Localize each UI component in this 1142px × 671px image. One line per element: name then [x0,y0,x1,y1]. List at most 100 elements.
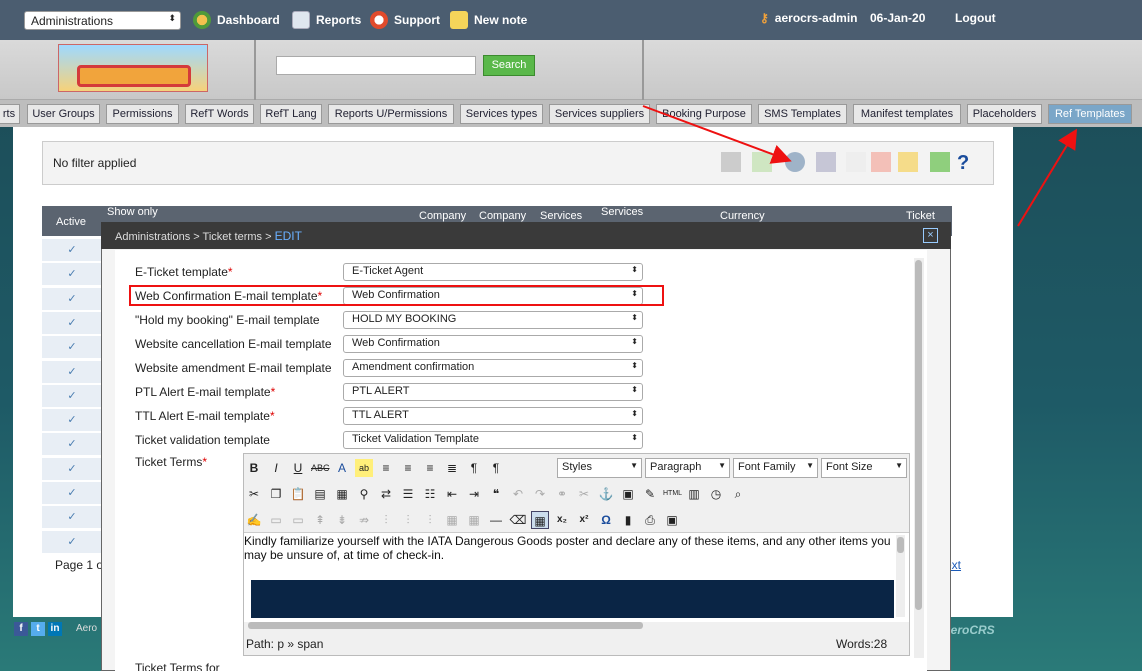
active-check-icon[interactable]: ✓ [42,506,102,529]
split-cells-icon[interactable]: ▦ [443,511,461,529]
linkedin-icon[interactable]: in [48,622,62,636]
font-size-select[interactable]: Font Size ▼ [821,458,907,478]
number-list-icon[interactable]: ☷ [421,485,439,503]
edit-css-icon[interactable]: ✍ [245,511,263,529]
ltr-icon[interactable]: ¶ [465,459,483,477]
preview-icon[interactable]: ⌕ [729,485,747,503]
unlink-icon[interactable]: ✂ [575,485,593,503]
active-check-icon[interactable]: ✓ [42,433,102,456]
insert-row-before-icon[interactable]: ⇞ [311,511,329,529]
mail-icon[interactable] [898,152,918,172]
insert-row-after-icon[interactable]: ⇟ [333,511,351,529]
col-ticket[interactable]: Ticket [906,210,935,222]
bullet-list-icon[interactable]: ☰ [399,485,417,503]
tab-manifest-templates[interactable]: Manifest templates [853,104,961,124]
superscript-icon[interactable]: x² [575,511,593,529]
media-icon[interactable]: ▮ [619,511,637,529]
print-icon[interactable]: ⎙ [641,511,659,529]
search-list-icon[interactable] [721,152,741,172]
col-company[interactable]: Company [419,210,466,222]
template-select[interactable]: HOLD MY BOOKING ⬍ [343,311,643,329]
col-active[interactable]: Active [56,216,86,228]
undo-icon[interactable]: ↶ [509,485,527,503]
find-icon[interactable]: ⚲ [355,485,373,503]
tab-reft-words[interactable]: RefT Words [185,104,254,124]
remove-format-icon[interactable]: ⌫ [509,511,527,529]
refresh-icon[interactable] [930,152,950,172]
align-left-icon[interactable]: ≡ [377,459,395,477]
blockquote-icon[interactable]: ❝ [487,485,505,503]
help-icon[interactable]: ? [957,152,977,174]
nav-new-note[interactable]: New note [450,11,527,29]
tab-placeholders[interactable]: Placeholders [967,104,1042,124]
horizontal-rule-icon[interactable]: — [487,511,505,529]
styles-select[interactable]: Styles ▼ [557,458,642,478]
search-input[interactable] [276,56,476,75]
visual-aid-icon[interactable]: ▦ [531,511,549,529]
insert-time-icon[interactable]: ◷ [707,485,725,503]
cleanup-icon[interactable]: ✎ [641,485,659,503]
active-check-icon[interactable]: ✓ [42,409,102,432]
indent-icon[interactable]: ⇥ [465,485,483,503]
align-right-icon[interactable]: ≡ [421,459,439,477]
logout-link[interactable]: Logout [955,11,996,25]
insert-col-after-icon[interactable]: ⫶ [399,511,417,529]
close-icon[interactable]: × [923,228,938,243]
image-icon[interactable]: ▣ [619,485,637,503]
template-select[interactable]: Amendment confirmation ⬍ [343,359,643,377]
active-check-icon[interactable]: ✓ [42,263,102,286]
tab-sms-templates[interactable]: SMS Templates [758,104,847,124]
redo-icon[interactable]: ↷ [531,485,549,503]
template-select[interactable]: E-Ticket Agent ⬍ [343,263,643,281]
tab-user-groups[interactable]: User Groups [27,104,100,124]
pdf-icon[interactable] [871,152,891,172]
insert-date-icon[interactable]: ▥ [685,485,703,503]
col-services[interactable]: Services [540,210,582,222]
nav-dashboard[interactable]: Dashboard [193,11,280,29]
tab-booking-purpose[interactable]: Booking Purpose [656,104,752,124]
highlight-color-icon[interactable]: ab [355,459,373,477]
active-check-icon[interactable]: ✓ [42,311,102,334]
paste-word-icon[interactable]: ▦ [333,485,351,503]
text-icon[interactable] [846,152,866,172]
tab-reports[interactable]: rts [0,104,20,124]
active-check-icon[interactable]: ✓ [42,287,102,310]
bold-icon[interactable]: B [245,459,263,477]
align-center-icon[interactable]: ≡ [399,459,417,477]
copy-icon[interactable]: ❐ [267,485,285,503]
tab-reports-permissions[interactable]: Reports U/Permissions [328,104,454,124]
cut-icon[interactable]: ✂ [245,485,263,503]
gear-icon[interactable] [785,152,805,172]
nav-reports[interactable]: Reports [292,11,361,29]
active-check-icon[interactable]: ✓ [42,530,102,553]
active-check-icon[interactable]: ✓ [42,360,102,383]
active-check-icon[interactable]: ✓ [42,239,102,261]
strikethrough-icon[interactable]: ABC [311,459,330,477]
tab-services-suppliers[interactable]: Services suppliers [549,104,650,124]
print-icon[interactable] [816,152,836,172]
admin-module-select[interactable]: Administrations ⬍ [24,11,181,30]
tab-permissions[interactable]: Permissions [106,104,179,124]
col-show-only[interactable]: Show only [107,206,158,218]
table-cell-props-icon[interactable]: ▭ [289,511,307,529]
replace-icon[interactable]: ⇄ [377,485,395,503]
font-color-icon[interactable]: A [333,459,351,477]
col-currency[interactable]: Currency [720,210,765,222]
justify-icon[interactable]: ≣ [443,459,461,477]
template-select[interactable]: Ticket Validation Template ⬍ [343,431,643,449]
active-check-icon[interactable]: ✓ [42,336,102,359]
underline-icon[interactable]: U [289,459,307,477]
col-services-2[interactable]: Services [601,206,643,218]
editor-scrollbar[interactable] [896,535,905,617]
facebook-icon[interactable]: f [14,622,28,636]
font-family-select[interactable]: Font Family ▼ [733,458,818,478]
outdent-icon[interactable]: ⇤ [443,485,461,503]
link-icon[interactable]: ⚭ [553,485,571,503]
user-menu[interactable]: ⚷ aerocrs-admin [760,11,858,25]
delete-col-icon[interactable]: ⫶ [421,511,439,529]
tab-ref-templates[interactable]: Ref Templates [1048,104,1132,124]
active-check-icon[interactable]: ✓ [42,384,102,407]
active-check-icon[interactable]: ✓ [42,457,102,480]
paste-text-icon[interactable]: ▤ [311,485,329,503]
template-select[interactable]: Web Confirmation ⬍ [343,335,643,353]
